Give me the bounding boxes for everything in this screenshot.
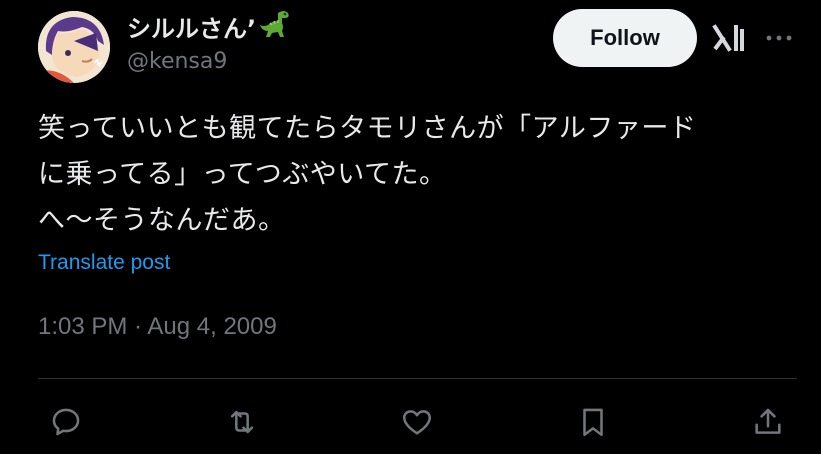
avatar[interactable] — [38, 11, 110, 83]
user-handle[interactable]: @kensa9 — [127, 47, 227, 77]
bookmark-icon — [583, 408, 603, 437]
share-button[interactable] — [748, 402, 788, 442]
like-button[interactable] — [397, 402, 437, 442]
divider — [38, 378, 797, 379]
translate-post-link[interactable]: Translate post — [38, 248, 170, 278]
post-timestamp[interactable]: 1:03 PM · Aug 4, 2009 — [38, 311, 277, 343]
display-name[interactable]: シルルさん’ — [127, 9, 292, 48]
share-icon — [755, 408, 781, 434]
follow-button[interactable]: Follow — [553, 9, 697, 67]
like-icon — [402, 410, 432, 435]
bookmark-button[interactable] — [573, 402, 613, 442]
display-name-text: シルルさん’ — [127, 15, 257, 43]
repost-button[interactable] — [222, 402, 262, 442]
user-avatar — [38, 11, 110, 83]
more-options-icon[interactable] — [762, 28, 796, 48]
post-text: 笑っていいとも観てたらタモリさんが「アルファード に乗ってる」ってつぶやいてた。… — [38, 113, 697, 236]
dinosaur-icon — [258, 9, 292, 48]
reply-icon — [52, 408, 80, 436]
grok-icon[interactable] — [712, 22, 746, 54]
repost-icon — [230, 410, 254, 434]
reply-button[interactable] — [46, 402, 86, 442]
